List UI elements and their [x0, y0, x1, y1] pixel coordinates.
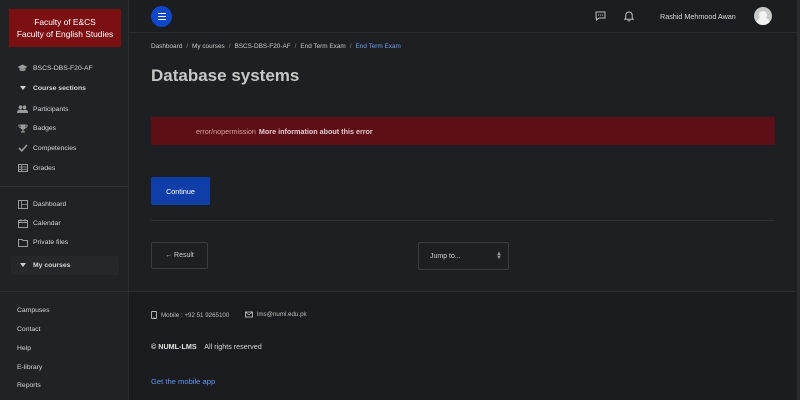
breadcrumb-separator: /	[349, 43, 352, 50]
breadcrumb-separator: /	[228, 43, 231, 50]
sidebar-item-label: Competencies	[33, 144, 77, 152]
calendar-icon	[17, 218, 28, 228]
sidebar-item-grades[interactable]: Grades	[17, 161, 55, 175]
sidebar-item-label: Participants	[33, 105, 69, 113]
jump-to-label: Jump to...	[430, 252, 461, 260]
sidebar: Faculty of E&CS Faculty of English Studi…	[0, 0, 129, 400]
sidebar-link-help[interactable]: Help	[17, 345, 31, 352]
get-mobile-app-link[interactable]: Get the mobile app	[151, 377, 215, 386]
graduation-cap-icon	[17, 63, 28, 73]
sidebar-item-calendar[interactable]: Calendar	[17, 216, 61, 230]
footer-mobile-text: Mobile : +92 51 9265100	[161, 311, 230, 319]
table-icon	[17, 163, 28, 173]
phone-icon	[151, 311, 157, 319]
sidebar-item-my-courses[interactable]: My courses	[17, 258, 70, 272]
sidebar-item-label: My courses	[33, 261, 71, 269]
brand-line-2: Faculty of English Studies	[16, 29, 114, 39]
sidebar-item-label: Course sections	[33, 84, 86, 92]
sidebar-link-elibrary[interactable]: E-library	[17, 364, 42, 371]
continue-button[interactable]: Continue	[151, 177, 210, 205]
footer-email-text: lms@numl.edu.pk	[257, 311, 307, 318]
footer-email[interactable]: lms@numl.edu.pk	[245, 311, 307, 318]
file-icon	[17, 237, 28, 247]
select-arrows-icon: ▲ ▼	[496, 251, 502, 261]
sidebar-link-reports[interactable]: Reports	[17, 382, 41, 389]
menu-toggle-button[interactable]	[151, 6, 172, 27]
check-icon	[17, 143, 28, 153]
avatar[interactable]	[754, 7, 772, 25]
sidebar-item-label: Dashboard	[33, 200, 67, 208]
trophy-icon	[17, 123, 28, 133]
error-alert: error/nopermission More information abou…	[151, 117, 775, 145]
chevron-down-icon	[17, 83, 28, 93]
footer-brand: © NUML-LMS	[151, 342, 197, 351]
sidebar-item-badges[interactable]: Badges	[17, 121, 56, 135]
sidebar-divider	[0, 291, 129, 292]
menu-icon	[157, 15, 166, 18]
breadcrumb: Dashboard / My courses / BSCS-DBS-F20-AF…	[151, 43, 401, 50]
sidebar-item-label: BSCS-DBS-F20-AF	[33, 64, 93, 72]
breadcrumb-current[interactable]: End Term Exam	[356, 43, 401, 50]
page-title: Database systems	[151, 66, 300, 85]
faculty-brand[interactable]: Faculty of E&CS Faculty of English Studi…	[9, 9, 121, 47]
bell-icon[interactable]	[623, 10, 635, 22]
chevron-down-icon	[17, 260, 28, 270]
breadcrumb-section[interactable]: End Term Exam	[300, 43, 345, 50]
brand-line-1: Faculty of E&CS	[34, 17, 96, 27]
sidebar-item-label: Calendar	[33, 219, 61, 227]
breadcrumb-dashboard[interactable]: Dashboard	[151, 43, 182, 50]
sidebar-link-contact[interactable]: Contact	[17, 326, 40, 333]
breadcrumb-separator: /	[294, 43, 297, 50]
footer-mobile: Mobile : +92 51 9265100	[151, 311, 229, 319]
sidebar-item-course-sections[interactable]: Course sections	[17, 81, 86, 95]
jump-to-select[interactable]: Jump to... ▲ ▼	[418, 242, 509, 270]
previous-activity-button[interactable]: ← Result	[151, 242, 208, 269]
sidebar-item-course[interactable]: BSCS-DBS-F20-AF	[17, 61, 93, 75]
sidebar-item-label: Grades	[33, 164, 56, 172]
sidebar-divider	[0, 186, 129, 187]
sidebar-item-dashboard[interactable]: Dashboard	[17, 197, 66, 211]
sidebar-item-label: Badges	[33, 124, 57, 132]
error-code: error/nopermission	[196, 126, 256, 136]
users-icon	[17, 104, 28, 114]
sidebar-item-label: Private files	[33, 238, 69, 246]
envelope-icon	[245, 311, 253, 318]
breadcrumb-separator: /	[186, 43, 189, 50]
dashboard-icon	[17, 199, 28, 209]
content-divider	[151, 220, 775, 221]
breadcrumb-my-courses[interactable]: My courses	[192, 43, 225, 50]
user-name[interactable]: Rashid Mehmood Awan	[660, 12, 736, 21]
message-icon[interactable]	[594, 10, 606, 22]
more-info-link[interactable]: More information about this error	[259, 127, 373, 136]
breadcrumb-course[interactable]: BSCS-DBS-F20-AF	[235, 43, 291, 50]
sidebar-item-participants[interactable]: Participants	[17, 102, 69, 116]
footer-copyright: © NUML-LMS All rights reserved	[151, 342, 262, 351]
sidebar-item-competencies[interactable]: Competencies	[17, 141, 76, 155]
footer-rights: All rights reserved	[204, 342, 262, 351]
sidebar-item-private-files[interactable]: Private files	[17, 235, 68, 249]
sidebar-link-campuses[interactable]: Campuses	[17, 307, 50, 314]
